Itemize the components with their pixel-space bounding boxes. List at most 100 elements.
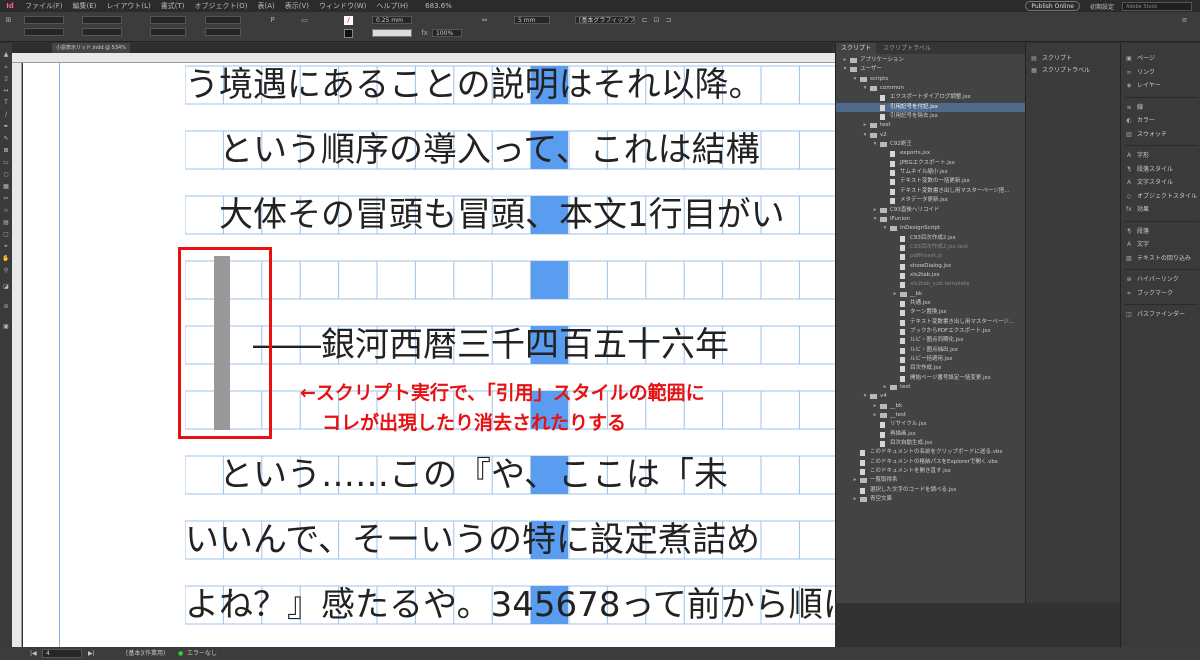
tree-script-item[interactable]: テキスト変数の一括更新.jsx [836,177,1026,186]
tree-script-item[interactable]: 引用記号を除去.jsx [836,112,1026,121]
stroke-swatch-icon[interactable] [344,29,353,38]
chevron-right-icon[interactable]: ▸ [862,121,868,130]
dock-item[interactable]: ¶ 段落スタイル [1125,164,1173,176]
tree-folder[interactable]: ▾ scripts [836,75,1026,84]
panel-menu-icon[interactable]: ≡ [1180,16,1189,25]
tree-script-item[interactable]: JPEGエクスポート.jsx [836,159,1026,168]
tree-script-item[interactable]: 開始ページ番号設定一括変更.jsx [836,374,1026,383]
menu-layout[interactable]: レイアウト(L) [101,1,155,11]
chevron-down-icon[interactable]: ▾ [882,224,888,233]
menu-file[interactable]: ファイル(F) [20,1,68,11]
chevron-down-icon[interactable]: ▾ [862,84,868,93]
dock-item[interactable]: ⊕ ハイパーリンク [1125,274,1178,286]
chevron-right-icon[interactable]: ▸ [842,56,848,65]
dock-item[interactable]: ▤ スクリプト [1030,53,1072,65]
direct-selection-tool-icon[interactable]: ▵ [2,63,10,71]
align-left-icon[interactable]: ⊏ [640,16,649,25]
tree-script-item[interactable]: ルビー括適用.jsx [836,355,1026,364]
menu-window[interactable]: ウィンドウ(W) [314,1,371,11]
chevron-right-icon[interactable]: ▸ [872,411,878,420]
hand-tool-icon[interactable]: ✋ [2,255,10,263]
tree-script-item[interactable]: リサイクル.jsx [836,420,1026,429]
menu-help[interactable]: ヘルプ(H) [371,1,413,11]
tree-script-item[interactable]: エクスポートダイアログ調整.jsx [836,93,1026,102]
ellipse-tool-icon[interactable]: ○ [2,171,10,179]
tree-script-item[interactable]: サムネイル縮小.jsx [836,168,1026,177]
tree-folder[interactable]: ▾ v4 [836,392,1026,401]
select-container-icon[interactable]: ▭ [300,16,309,25]
rectangle-frame-tool-icon[interactable]: ⊠ [2,147,10,155]
line-tool-icon[interactable]: / [2,111,10,119]
dock-item[interactable]: ◐ カラー [1125,115,1155,127]
tab-script-label[interactable]: スクリプトラベル [878,43,936,54]
tree-script-item[interactable]: 共通.jsx [836,299,1026,308]
distribute-icon[interactable]: ⇔ [480,16,489,25]
eyedropper-tool-icon[interactable]: ⌖ [2,243,10,251]
tree-folder[interactable]: ▾ InDesignScript [836,224,1026,233]
next-page-icon[interactable]: ▶| [88,647,95,660]
tree-folder[interactable]: ▾ common [836,84,1026,93]
workspace-switcher[interactable]: 初期設定 [1090,2,1114,11]
tree-folder[interactable]: ▸ __bk [836,402,1026,411]
rotate-field[interactable] [205,16,241,24]
tree-script-item[interactable]: 目次作成.jsx [836,364,1026,373]
reference-point-icon[interactable]: ⊞ [4,16,13,25]
document-canvas[interactable]: う境遇にあることの説明はそれ以降。 という順序の導入って、これは結構 大体その冒… [23,63,835,647]
tree-folder[interactable]: ▸ test [836,121,1026,130]
shear-field[interactable] [205,28,241,36]
tree-folder[interactable]: ▸ 一覧取得系 [836,476,1026,485]
grid-tool-icon[interactable]: ▦ [2,183,10,191]
chevron-right-icon[interactable]: ▸ [852,495,858,504]
tree-script-item[interactable]: showDialog.jsx [836,262,1026,271]
align-center-icon[interactable]: ⊡ [652,16,661,25]
menu-object[interactable]: オブジェクト(O) [190,1,253,11]
tree-script-item[interactable]: 選択した文字のコードを調べる.jsx [836,486,1026,495]
tree-script-item[interactable]: ターン置換.jsx [836,308,1026,317]
tree-folder[interactable]: ▾ ユーザー [836,65,1026,74]
menu-edit[interactable]: 編集(E) [68,1,102,11]
tree-script-item[interactable]: 目次自動生成.jsx [836,439,1026,448]
dock-item[interactable]: A 文字スタイル [1125,177,1173,189]
page-tool-icon[interactable]: ▯ [2,75,10,83]
tree-script-item[interactable]: このドキュメントの格納パスをExplorerで開く.vbs [836,458,1026,467]
dock-item[interactable]: ◫ パスファインダー [1125,309,1185,321]
tree-script-item[interactable]: C93目次作成2.jsx [836,234,1026,243]
fill-swatch-icon[interactable]: / [344,16,353,25]
dock-item[interactable]: ◈ レイヤー [1125,80,1161,92]
stock-search-input[interactable]: Adobe Stock [1122,1,1192,11]
tree-folder[interactable]: ▸ アプリケーション [836,56,1026,65]
pencil-tool-icon[interactable]: ✎ [2,135,10,143]
scissors-tool-icon[interactable]: ✂ [2,195,10,203]
note-tool-icon[interactable]: ▢ [2,231,10,239]
vertical-ruler[interactable] [12,63,22,647]
tree-script-item[interactable]: テキスト変数書き出し用マスターページ... [836,318,1026,327]
tree-script-item[interactable]: テキスト変数書き出し用マスターページ搭... [836,187,1026,196]
chevron-down-icon[interactable]: ▾ [852,75,858,84]
chevron-right-icon[interactable]: ▸ [872,402,878,411]
dock-item[interactable]: A 字形 [1125,150,1149,162]
zoom-tool-icon[interactable]: ⚲ [2,267,10,275]
dock-item[interactable]: A 文字 [1125,239,1149,251]
scale-y-field[interactable] [150,28,186,36]
tree-folder[interactable]: ▾ v2 [836,131,1026,140]
dock-item[interactable]: ▣ ページ [1125,53,1155,65]
tree-script-item[interactable]: pdfPreset.js [836,252,1026,261]
y-field[interactable] [24,28,64,36]
menu-view[interactable]: 表示(V) [280,1,314,11]
dock-item[interactable]: ▦ スクリプトラベル [1030,65,1090,77]
tree-folder[interactable]: ▸ C93直後ヘリコイド [836,206,1026,215]
stroke-type-select[interactable] [372,29,412,37]
gap-field[interactable]: 5 mm [514,16,550,24]
align-right-icon[interactable]: ⊐ [664,16,673,25]
tree-script-item[interactable]: このドキュメントを開き直す.jsx [836,467,1026,476]
opacity-field[interactable]: 100% [432,29,462,37]
width-field[interactable] [82,16,122,24]
zoom-level[interactable]: 683.6% [425,2,452,10]
preflight-status[interactable]: エラーなし [187,647,217,660]
horizontal-ruler[interactable] [12,53,835,63]
free-transform-tool-icon[interactable]: ⊹ [2,207,10,215]
tree-script-item[interactable]: 再描画.jsx [836,430,1026,439]
chevron-down-icon[interactable]: ▾ [842,65,848,74]
gap-tool-icon[interactable]: ↔ [2,87,10,95]
chevron-right-icon[interactable]: ▸ [872,206,878,215]
